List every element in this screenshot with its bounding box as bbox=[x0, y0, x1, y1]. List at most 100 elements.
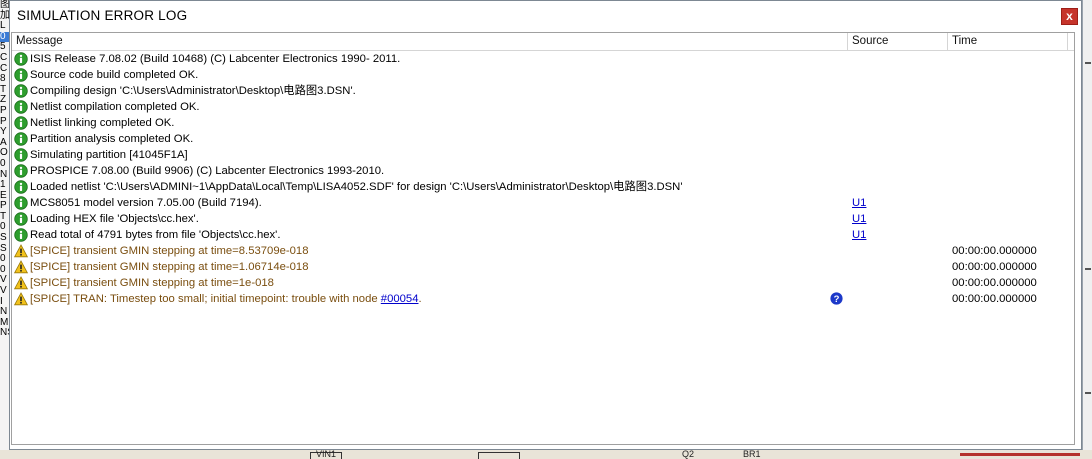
log-message: Compiling design 'C:\Users\Administrator… bbox=[30, 83, 356, 99]
info-icon bbox=[14, 228, 28, 242]
background-schematic-strip: VIN1 Q2 BR1 bbox=[0, 450, 1092, 459]
log-message: ISIS Release 7.08.02 (Build 10468) (C) L… bbox=[30, 51, 400, 67]
schematic-label-q2: Q2 bbox=[682, 450, 695, 459]
log-message: MCS8051 model version 7.05.00 (Build 719… bbox=[30, 195, 262, 211]
log-message-text: Read total of 4791 bytes from file 'Obje… bbox=[30, 229, 281, 241]
log-message-text: [SPICE] transient GMIN stepping at time=… bbox=[30, 245, 309, 257]
log-row[interactable]: [SPICE] transient GMIN stepping at time=… bbox=[12, 275, 1074, 291]
background-char: P bbox=[0, 104, 7, 116]
info-icon bbox=[14, 84, 28, 98]
simulation-error-log-window: SIMULATION ERROR LOG x Message Source Ti… bbox=[9, 0, 1082, 450]
window-title: SIMULATION ERROR LOG bbox=[17, 8, 188, 23]
log-message-text: [SPICE] transient GMIN stepping at time=… bbox=[30, 277, 274, 289]
info-icon bbox=[14, 164, 28, 178]
log-message: Loaded netlist 'C:\Users\ADMINI~1\AppDat… bbox=[30, 179, 683, 195]
info-icon bbox=[14, 68, 28, 82]
background-char: 图 bbox=[0, 0, 10, 10]
log-row[interactable]: [SPICE] transient GMIN stepping at time=… bbox=[12, 243, 1074, 259]
warning-icon bbox=[13, 244, 29, 258]
log-row[interactable]: Read total of 4791 bytes from file 'Obje… bbox=[12, 227, 1074, 243]
log-message-text: PROSPICE 7.08.00 (Build 9906) (C) Labcen… bbox=[30, 165, 385, 177]
source-link[interactable]: U1 bbox=[852, 195, 866, 211]
column-header-message[interactable]: Message bbox=[12, 33, 848, 50]
log-row[interactable]: Loading HEX file 'Objects\cc.hex'. U1 bbox=[12, 211, 1074, 227]
source-link[interactable]: U1 bbox=[852, 211, 866, 227]
log-row[interactable]: [SPICE] TRAN: Timestep too small; initia… bbox=[12, 291, 1074, 307]
log-message-text: ISIS Release 7.08.02 (Build 10468) (C) L… bbox=[30, 53, 401, 65]
close-button[interactable]: x bbox=[1061, 8, 1078, 25]
log-row[interactable]: Source code build completed OK. bbox=[12, 67, 1074, 83]
log-time: 00:00:00.000000 bbox=[952, 293, 1037, 305]
log-row[interactable]: Loaded netlist 'C:\Users\ADMINI~1\AppDat… bbox=[12, 179, 1074, 195]
log-message-text: Netlist linking completed OK. bbox=[30, 117, 175, 129]
schematic-label-vin1: VIN1 bbox=[316, 450, 337, 459]
column-header-time[interactable]: Time bbox=[948, 33, 1068, 50]
log-message-text: MCS8051 model version 7.05.00 (Build 719… bbox=[30, 197, 262, 209]
column-header-source[interactable]: Source bbox=[848, 33, 948, 50]
log-message-text: [SPICE] TRAN: Timestep too small; initia… bbox=[30, 293, 381, 305]
schematic-label-br1: BR1 bbox=[743, 450, 761, 459]
log-message: Netlist linking completed OK. bbox=[30, 115, 174, 131]
log-message: Netlist compilation completed OK. bbox=[30, 99, 200, 115]
warning-icon bbox=[13, 260, 29, 274]
log-message: PROSPICE 7.08.00 (Build 9906) (C) Labcen… bbox=[30, 163, 384, 179]
log-message: Partition analysis completed OK. bbox=[30, 131, 193, 147]
log-row[interactable]: ISIS Release 7.08.02 (Build 10468) (C) L… bbox=[12, 51, 1074, 67]
log-row[interactable]: PROSPICE 7.08.00 (Build 9906) (C) Labcen… bbox=[12, 163, 1074, 179]
log-rows: ISIS Release 7.08.02 (Build 10468) (C) L… bbox=[12, 51, 1074, 307]
log-message: [SPICE] transient GMIN stepping at time=… bbox=[30, 259, 309, 275]
log-list[interactable]: Message Source Time ISIS Release 7.08.02… bbox=[11, 32, 1075, 445]
node-link[interactable]: #00054 bbox=[381, 293, 419, 305]
svg-text:?: ? bbox=[834, 294, 840, 305]
help-icon[interactable]: ? bbox=[830, 292, 843, 305]
scroll-tick bbox=[1085, 268, 1091, 270]
log-message-text: Loaded netlist 'C:\Users\ADMINI~1\AppDat… bbox=[30, 181, 683, 193]
log-message-text: Simulating partition [41045F1A] bbox=[30, 149, 188, 161]
scroll-tick bbox=[1085, 62, 1091, 64]
warning-icon bbox=[13, 292, 29, 306]
log-message: Source code build completed OK. bbox=[30, 67, 198, 83]
background-app-strip-right bbox=[1082, 0, 1092, 459]
log-row[interactable]: Netlist linking completed OK. bbox=[12, 115, 1074, 131]
log-message-text: Compiling design 'C:\Users\Administrator… bbox=[30, 85, 356, 97]
log-message-text: [SPICE] transient GMIN stepping at time=… bbox=[30, 261, 309, 273]
info-icon bbox=[14, 148, 28, 162]
list-header: Message Source Time bbox=[12, 33, 1074, 51]
log-row[interactable]: Compiling design 'C:\Users\Administrator… bbox=[12, 83, 1074, 99]
info-icon bbox=[14, 196, 28, 210]
info-icon bbox=[14, 180, 28, 194]
log-message: [SPICE] TRAN: Timestep too small; initia… bbox=[30, 291, 422, 307]
source-link[interactable]: U1 bbox=[852, 227, 866, 243]
warning-icon bbox=[13, 276, 29, 290]
log-time: 00:00:00.000000 bbox=[952, 261, 1037, 273]
log-message: [SPICE] transient GMIN stepping at time=… bbox=[30, 275, 274, 291]
log-time: 00:00:00.000000 bbox=[952, 245, 1037, 257]
scroll-tick bbox=[1085, 392, 1091, 394]
log-time: 00:00:00.000000 bbox=[952, 277, 1037, 289]
log-message-suffix: . bbox=[418, 293, 422, 305]
log-message: Simulating partition [41045F1A] bbox=[30, 147, 188, 163]
background-char: C bbox=[0, 51, 8, 63]
schematic-component bbox=[478, 452, 520, 459]
info-icon bbox=[14, 52, 28, 66]
log-row[interactable]: Netlist compilation completed OK. bbox=[12, 99, 1074, 115]
log-message-text: Loading HEX file 'Objects\cc.hex'. bbox=[30, 213, 199, 225]
title-bar[interactable]: SIMULATION ERROR LOG x bbox=[10, 1, 1081, 31]
log-row[interactable]: MCS8051 model version 7.05.00 (Build 719… bbox=[12, 195, 1074, 211]
log-message-text: Source code build completed OK. bbox=[30, 69, 199, 81]
log-message: [SPICE] transient GMIN stepping at time=… bbox=[30, 243, 309, 259]
log-message-text: Netlist compilation completed OK. bbox=[30, 101, 200, 113]
background-char: 0 bbox=[0, 157, 6, 169]
info-icon bbox=[14, 132, 28, 146]
info-icon bbox=[14, 212, 28, 226]
log-message-text: Partition analysis completed OK. bbox=[30, 133, 194, 145]
log-message: Read total of 4791 bytes from file 'Obje… bbox=[30, 227, 280, 243]
info-icon bbox=[14, 100, 28, 114]
log-message: Loading HEX file 'Objects\cc.hex'. bbox=[30, 211, 199, 227]
log-row[interactable]: Partition analysis completed OK. bbox=[12, 131, 1074, 147]
schematic-wire bbox=[960, 453, 1080, 456]
info-icon bbox=[14, 116, 28, 130]
log-row[interactable]: Simulating partition [41045F1A] bbox=[12, 147, 1074, 163]
log-row[interactable]: [SPICE] transient GMIN stepping at time=… bbox=[12, 259, 1074, 275]
background-char: NSS bbox=[0, 327, 9, 339]
